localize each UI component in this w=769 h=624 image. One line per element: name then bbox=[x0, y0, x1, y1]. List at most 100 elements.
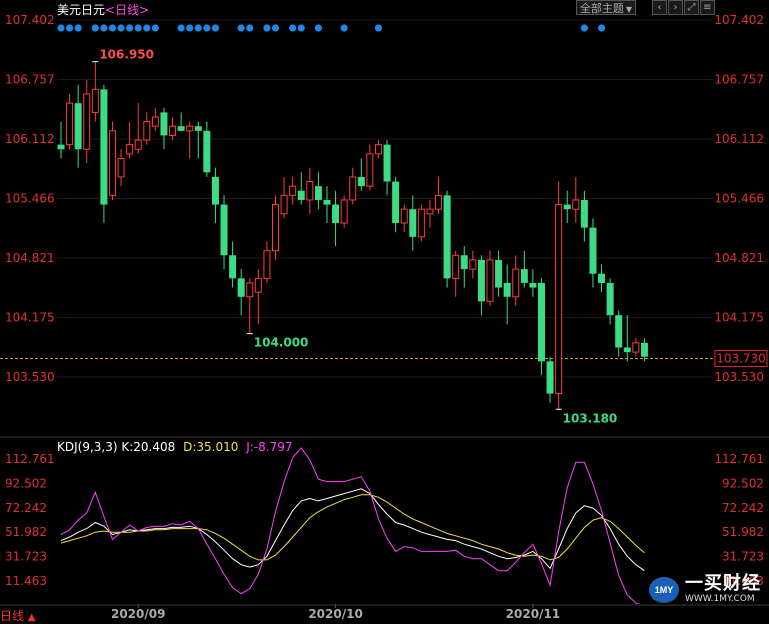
candlestick-series bbox=[57, 61, 648, 410]
candle-body-up bbox=[186, 125, 194, 132]
x-axis: 2020/09 2020/10 2020/11 bbox=[111, 604, 560, 621]
price-tick-right: 103.530 bbox=[714, 370, 764, 384]
brand-url: WWW.1MY.COM bbox=[685, 594, 755, 604]
fullscreen-icon[interactable]: ⤢ bbox=[684, 0, 699, 15]
candle-body-down bbox=[211, 176, 219, 205]
kdj-label: KDJ(9,3,3) bbox=[57, 440, 118, 454]
kdj-tick-right: 92.502 bbox=[722, 476, 764, 490]
candle-body-up bbox=[374, 144, 382, 155]
candle-body-down bbox=[332, 204, 340, 224]
candle-body-up bbox=[306, 181, 314, 201]
period-tab[interactable]: 日线 ▲ bbox=[0, 607, 36, 624]
candle-body-down bbox=[580, 199, 588, 228]
symbol-title: 美元日元 bbox=[57, 3, 106, 17]
price-tick-left: 107.402 bbox=[5, 13, 55, 27]
candle-body-up bbox=[632, 342, 640, 353]
candle-body-down bbox=[495, 259, 503, 288]
kdj-tick-left: 72.242 bbox=[5, 501, 47, 515]
event-dot bbox=[374, 24, 383, 32]
candle-body-up bbox=[263, 250, 271, 279]
kdj-tick-right: 51.982 bbox=[722, 525, 764, 539]
candle-body-up bbox=[272, 204, 279, 252]
candle-body-up bbox=[66, 102, 74, 146]
candle-body-up bbox=[435, 194, 443, 210]
candle-body-down bbox=[314, 186, 322, 200]
prev-icon[interactable]: ‹ bbox=[652, 0, 667, 15]
kdj-tick-right: 112.761 bbox=[714, 452, 764, 466]
event-dot bbox=[194, 24, 202, 32]
candle-body-down bbox=[177, 126, 185, 131]
candle-body-down bbox=[237, 278, 245, 297]
candle-body-down bbox=[357, 176, 365, 187]
kdj-tick-right: 31.723 bbox=[722, 550, 764, 564]
settings-icon[interactable]: ≡ bbox=[700, 0, 715, 15]
kdj-tick-left: 11.463 bbox=[5, 574, 47, 588]
price-tick-right: 106.112 bbox=[714, 132, 764, 146]
candle-body-down bbox=[503, 282, 511, 297]
candle-body-down bbox=[615, 315, 623, 348]
candle-body-up bbox=[289, 185, 297, 196]
event-dot bbox=[340, 24, 348, 32]
event-dot bbox=[263, 24, 271, 32]
event-dot bbox=[151, 24, 159, 32]
period-selector[interactable]: 日线 bbox=[115, 3, 139, 17]
candle-body-up bbox=[349, 176, 357, 201]
kdj-d-value: D:35.010 bbox=[183, 440, 239, 454]
candle-body-up bbox=[91, 88, 99, 113]
current-price-label: 103.730 bbox=[716, 352, 766, 366]
event-dot bbox=[117, 24, 125, 32]
event-dot bbox=[143, 24, 151, 32]
annotations: 106.950 104.000 103.180 bbox=[92, 48, 618, 425]
candle-body-down bbox=[606, 282, 614, 316]
price-tick-left: 104.175 bbox=[5, 311, 55, 325]
candle-body-up bbox=[143, 121, 151, 141]
candle-body-down bbox=[57, 144, 65, 150]
kdj-tick-left: 92.502 bbox=[5, 476, 47, 490]
next-icon[interactable]: › bbox=[668, 0, 683, 15]
theme-button[interactable]: 全部主题 ▼ bbox=[576, 0, 636, 15]
chart-window: 107.402 107.402 106.757 106.757 106.112 106.1… bbox=[0, 0, 769, 624]
kdj-tick-left: 112.761 bbox=[5, 452, 55, 466]
price-tick-left: 105.466 bbox=[5, 192, 55, 206]
kdj-lines bbox=[60, 447, 645, 604]
kdj-tick-left: 51.982 bbox=[5, 525, 47, 539]
candle-body-down bbox=[537, 282, 545, 362]
brand-name: 一买财经 bbox=[685, 573, 761, 594]
period-close[interactable]: > bbox=[139, 3, 149, 17]
candle-body-down bbox=[529, 282, 537, 288]
candle-body-down bbox=[194, 126, 202, 131]
kdj-axis: 112.761 112.761 92.502 92.502 72.242 72.242 51… bbox=[5, 452, 764, 588]
chart-header: 美元日元<日线> bbox=[57, 1, 149, 18]
candle-body-up bbox=[117, 157, 125, 178]
kdj-j-value: J:-8.797 bbox=[246, 440, 293, 454]
candle-body-down bbox=[477, 259, 485, 302]
price-tick-right: 105.466 bbox=[714, 192, 764, 206]
kdj-tick-left: 31.723 bbox=[5, 550, 47, 564]
candle-body-down bbox=[520, 269, 528, 283]
candle-body-up bbox=[246, 282, 254, 298]
candle-body-up bbox=[254, 277, 262, 293]
event-dot bbox=[177, 24, 185, 32]
candle-body-up bbox=[417, 208, 425, 238]
kdj-k-value: K:20.408 bbox=[121, 440, 176, 454]
candle-body-down bbox=[229, 255, 237, 279]
candle-body-up bbox=[134, 139, 142, 150]
extreme-label: 103.180 bbox=[563, 411, 618, 425]
candle-body-up bbox=[572, 199, 580, 210]
candle-body-up bbox=[400, 208, 408, 224]
period-open[interactable]: < bbox=[105, 3, 115, 17]
event-dot bbox=[314, 24, 322, 32]
kdj-line-j bbox=[60, 447, 641, 604]
candle-body-up bbox=[426, 208, 434, 215]
event-dot bbox=[186, 24, 194, 32]
candle-body-up bbox=[366, 153, 374, 187]
candle-body-down bbox=[598, 273, 606, 283]
event-dot bbox=[134, 24, 142, 32]
event-dot bbox=[246, 24, 254, 32]
candle-body-down bbox=[297, 190, 305, 200]
brand-logo-icon: 1MY bbox=[649, 576, 679, 603]
price-tick-right: 104.821 bbox=[714, 251, 764, 265]
theme-button-label: 全部主题 bbox=[579, 2, 624, 15]
event-dot bbox=[289, 24, 297, 32]
event-dot bbox=[580, 24, 588, 32]
